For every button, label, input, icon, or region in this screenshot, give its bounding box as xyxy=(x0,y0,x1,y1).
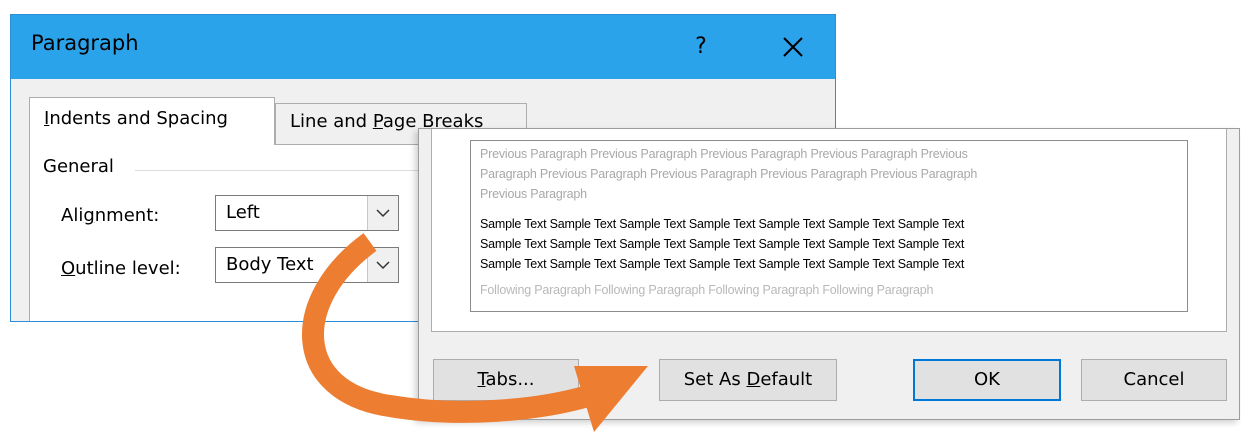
alignment-select[interactable]: Left xyxy=(215,195,399,231)
chevron-down-icon xyxy=(376,209,390,218)
preview-previous-paragraph: Previous Paragraph Previous Paragraph Pr… xyxy=(480,147,978,201)
preview-panel: Previous Paragraph Previous Paragraph Pr… xyxy=(431,129,1227,332)
tabs-button[interactable]: Tabs... xyxy=(433,359,579,401)
help-icon: ? xyxy=(695,34,707,59)
outline-level-value: Body Text xyxy=(226,254,314,275)
title-bar: Paragraph ? xyxy=(11,15,835,79)
alignment-value: Left xyxy=(226,202,260,223)
outline-level-dropdown-button[interactable] xyxy=(367,248,398,282)
dialog-title: Paragraph xyxy=(31,31,139,55)
preview-following-paragraph: Following Paragraph Following Paragraph … xyxy=(480,283,934,297)
close-icon xyxy=(783,37,803,57)
outline-level-label: Outline level: xyxy=(61,258,181,279)
alignment-label: Alignment: xyxy=(61,205,160,226)
cancel-button[interactable]: Cancel xyxy=(1081,359,1227,401)
close-button[interactable] xyxy=(771,25,815,69)
general-group-label: General xyxy=(43,156,114,177)
preview-sample-text: Sample Text Sample Text Sample Text Samp… xyxy=(480,217,965,271)
help-button[interactable]: ? xyxy=(679,25,723,69)
outline-level-select[interactable]: Body Text xyxy=(215,247,399,283)
alignment-dropdown-button[interactable] xyxy=(367,196,398,230)
ok-button[interactable]: OK xyxy=(913,359,1061,401)
chevron-down-icon xyxy=(376,261,390,270)
set-as-default-button[interactable]: Set As Default xyxy=(659,359,837,401)
paragraph-dialog-bottom: Previous Paragraph Previous Paragraph Pr… xyxy=(418,128,1240,420)
group-divider xyxy=(135,170,455,171)
tab-indents-and-spacing[interactable]: Indents and Spacing xyxy=(29,97,275,145)
